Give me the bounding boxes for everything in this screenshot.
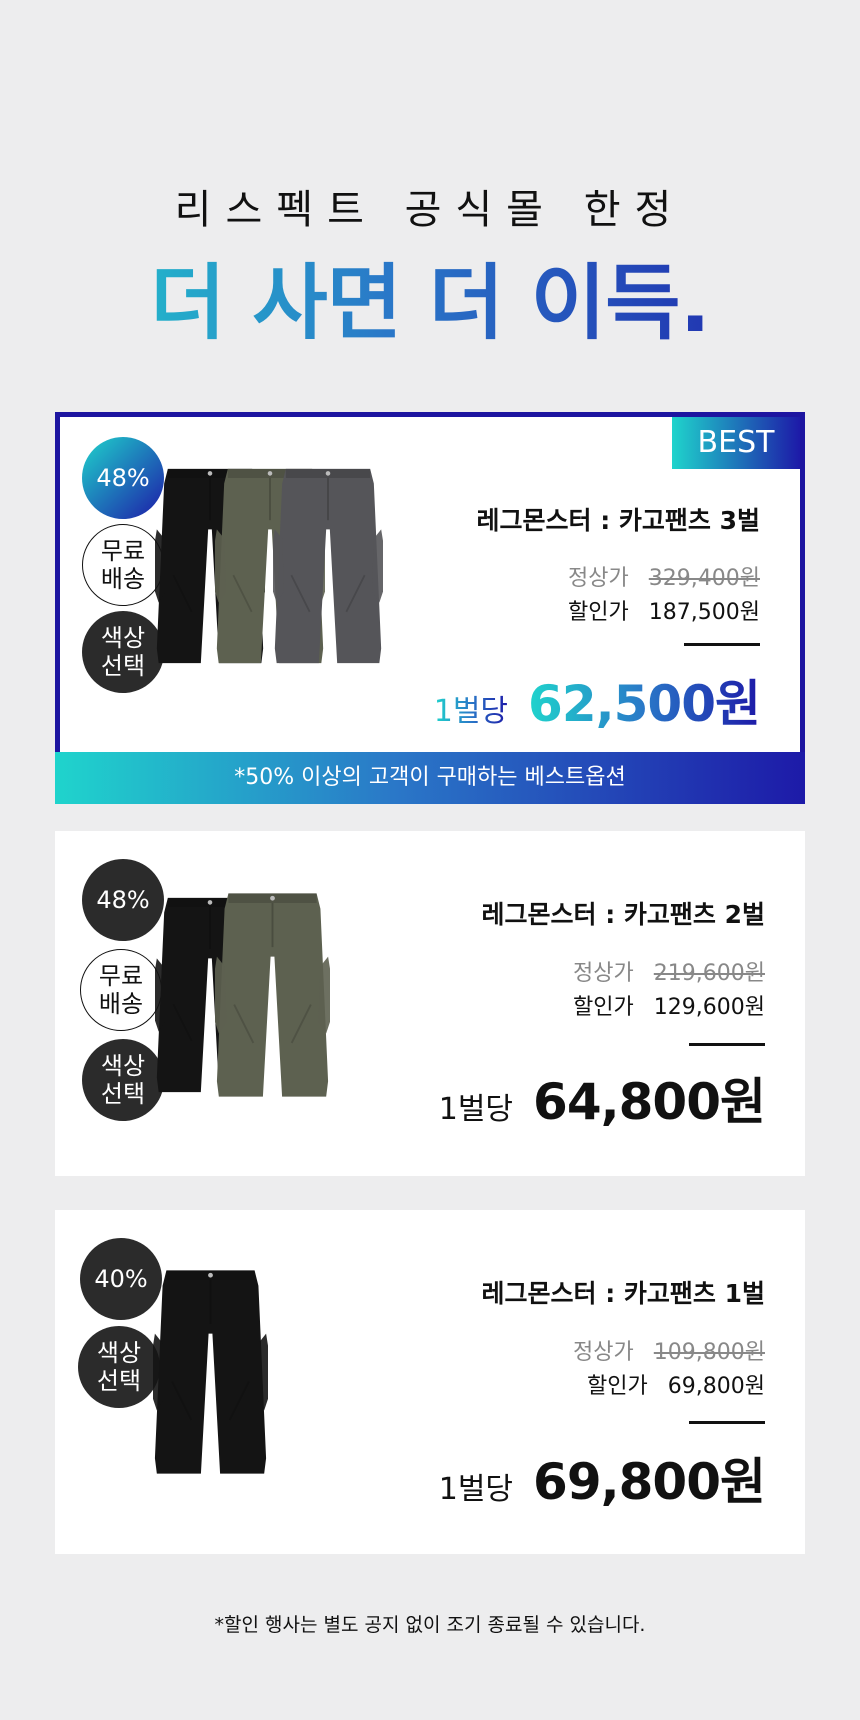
regular-price-label: 정상가 xyxy=(573,1340,634,1365)
pants-gray-image xyxy=(273,457,383,675)
best-badge: BEST xyxy=(672,417,800,469)
regular-price: 329,400원 xyxy=(648,566,760,591)
sale-price-label: 할인가 xyxy=(587,1374,648,1399)
regular-price-row: 정상가 109,800원 xyxy=(573,1334,765,1366)
sale-price-row: 할인가 187,500원 xyxy=(568,594,760,626)
color-select-badge: 색상 선택 xyxy=(82,611,164,693)
free-shipping-badge: 무료 배송 xyxy=(80,949,162,1031)
product-name: 레그몬스터 : 카고팬츠 1벌 xyxy=(481,1279,765,1308)
price-divider xyxy=(689,1043,765,1046)
best-option-banner: *50% 이상의 고객이 구매하는 베스트옵션 xyxy=(55,752,805,804)
sale-price-label: 할인가 xyxy=(568,600,629,625)
sale-price-row: 할인가 129,600원 xyxy=(573,989,765,1021)
regular-price: 219,600원 xyxy=(653,961,765,986)
per-unit-price-row: 1벌당 69,800원 xyxy=(438,1442,766,1514)
per-unit-label: 1벌당 xyxy=(438,1472,514,1507)
sale-price: 187,500원 xyxy=(648,600,760,625)
per-unit-price: 69,800원 xyxy=(533,1453,766,1511)
price-divider xyxy=(689,1421,765,1424)
footer-note: *할인 행사는 별도 공지 없이 조기 종료될 수 있습니다. xyxy=(214,1614,646,1636)
per-unit-price: 62,500원 xyxy=(528,664,761,736)
pants-khaki-image xyxy=(215,886,330,1104)
free-shipping-badge: 무료 배송 xyxy=(82,524,164,606)
color-select-badge: 색상 선택 xyxy=(78,1326,160,1408)
product-card-2set[interactable]: 48% 무료 배송 색상 선택 레그몬스터 : 카고팬츠 2벌 정상가 219,… xyxy=(55,831,805,1176)
header-headline: 더 사면 더 이득. xyxy=(0,254,860,354)
header: 리스펙트 공식몰 한정 더 사면 더 이득. xyxy=(0,180,860,354)
per-unit-label: 1벌당 xyxy=(438,1092,514,1127)
per-unit-label: 1벌당 xyxy=(434,686,508,730)
sale-price: 69,800원 xyxy=(667,1374,765,1399)
per-unit-price: 64,800원 xyxy=(533,1073,766,1131)
per-unit-price-row: 1벌당 62,500원 xyxy=(434,664,761,736)
price-divider xyxy=(684,643,760,646)
product-card-1set[interactable]: 40% 색상 선택 레그몬스터 : 카고팬츠 1벌 정상가 109,800원 할… xyxy=(55,1210,805,1554)
regular-price-row: 정상가 329,400원 xyxy=(568,560,760,592)
regular-price-label: 정상가 xyxy=(568,566,629,591)
discount-badge: 48% xyxy=(82,437,164,519)
product-name: 레그몬스터 : 카고팬츠 2벌 xyxy=(481,900,765,929)
product-card-3set[interactable]: BEST 48% 무료 배송 색상 선택 레그몬스터 : 카고팬츠 3벌 정상가… xyxy=(55,412,805,804)
sale-price-row: 할인가 69,800원 xyxy=(587,1368,765,1400)
header-subtitle: 리스펙트 공식몰 한정 xyxy=(174,187,686,233)
regular-price-row: 정상가 219,600원 xyxy=(573,955,765,987)
color-select-badge: 색상 선택 xyxy=(82,1039,164,1121)
product-name: 레그몬스터 : 카고팬츠 3벌 xyxy=(476,506,760,535)
sale-price-label: 할인가 xyxy=(573,995,634,1020)
pants-black-image xyxy=(153,1262,268,1482)
discount-badge: 40% xyxy=(80,1238,162,1320)
regular-price-label: 정상가 xyxy=(573,961,634,986)
discount-badge: 48% xyxy=(82,859,164,941)
per-unit-price-row: 1벌당 64,800원 xyxy=(438,1062,766,1134)
regular-price: 109,800원 xyxy=(653,1340,765,1365)
sale-price: 129,600원 xyxy=(653,995,765,1020)
